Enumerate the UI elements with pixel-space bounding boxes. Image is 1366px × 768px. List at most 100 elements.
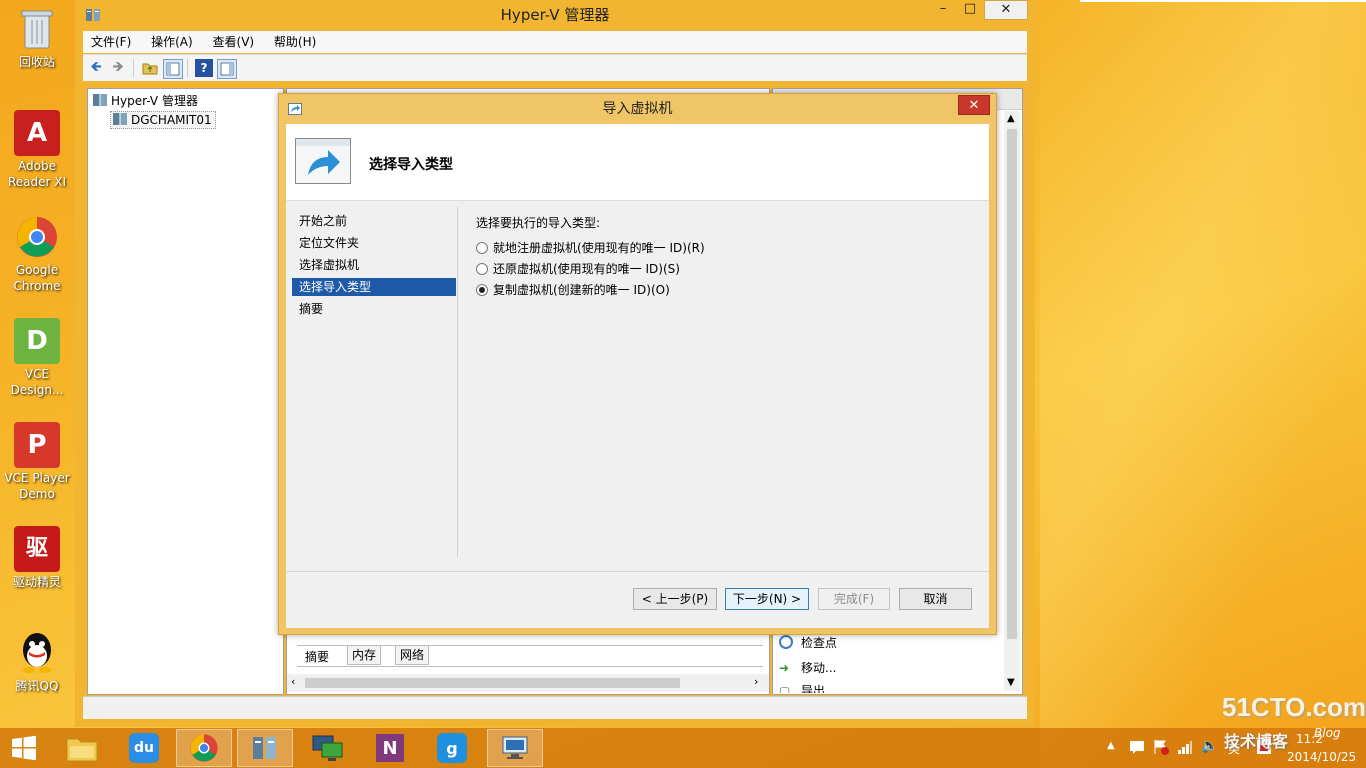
window-titlebar[interactable]: Hyper-V 管理器 – □ ✕ — [75, 0, 1035, 30]
export-icon: ▢ — [779, 684, 791, 693]
clock-date[interactable]: 2014/10/25 — [1287, 750, 1356, 764]
wizard-page-heading: 选择导入类型 — [369, 157, 453, 173]
forward-icon[interactable]: 🡺 — [109, 59, 127, 77]
menu-help[interactable]: 帮助(H) — [266, 31, 324, 53]
radio-button-checked[interactable] — [476, 284, 488, 296]
desktop-icon-label: 腾讯QQ — [15, 679, 59, 693]
show-hidden-icons-icon[interactable]: ▲ — [1107, 740, 1115, 751]
checkpoint-icon — [779, 635, 793, 649]
chrome-icon — [14, 214, 60, 260]
move-icon: ➜ — [779, 661, 790, 675]
vm-connect-icon — [502, 736, 528, 759]
dialog-title: 导入虚拟机 — [602, 101, 673, 117]
desktop-icon-qq[interactable]: 腾讯QQ — [4, 630, 70, 694]
radio-label: 还原虚拟机(使用现有的唯一 ID)(S) — [493, 262, 680, 276]
driver-genius-icon: 驱 — [14, 526, 60, 572]
step-before-you-begin[interactable]: 开始之前 — [292, 212, 456, 230]
radio-button[interactable] — [476, 263, 488, 275]
back-icon[interactable]: 🡸 — [87, 59, 105, 77]
finish-button: 完成(F) — [818, 588, 890, 610]
show-hide-action-pane-icon[interactable] — [217, 59, 237, 79]
app-blue-icon: g — [437, 733, 467, 763]
network-signal-icon[interactable] — [1177, 739, 1193, 758]
help-icon[interactable]: ? — [195, 59, 213, 77]
taskbar-baidu-cloud[interactable]: du — [116, 729, 172, 767]
horizontal-scrollbar[interactable]: ‹ › — [287, 674, 769, 692]
desktop-icon-driver-genius[interactable]: 驱 驱动精灵 — [4, 526, 70, 590]
desktop-icon-label: Google Chrome — [13, 263, 61, 293]
start-button[interactable] — [0, 729, 48, 767]
recycle-bin-icon — [14, 6, 60, 52]
step-select-vm[interactable]: 选择虚拟机 — [292, 256, 456, 274]
scroll-left-icon[interactable]: ‹ — [291, 675, 295, 688]
action-export[interactable]: ▢ 导出... — [779, 683, 836, 693]
vce-designer-icon: D — [14, 318, 60, 364]
next-button[interactable]: 下一步(N) > — [725, 588, 809, 610]
adobe-reader-icon: A — [14, 110, 60, 156]
desktop-icon-vce-player[interactable]: P VCE Player Demo — [4, 422, 70, 502]
desktop-icon-label: VCE Design... — [10, 367, 64, 397]
show-hide-console-tree-icon[interactable] — [163, 59, 183, 79]
tree-item-server[interactable]: DGCHAMIT01 — [110, 111, 216, 129]
vertical-scrollbar[interactable]: ▲ ▼ — [1004, 111, 1020, 691]
desktop-icon-label: Adobe Reader XI — [7, 159, 67, 189]
previous-button[interactable]: < 上一步(P) — [633, 588, 717, 610]
tree-root-label: Hyper-V 管理器 — [111, 94, 198, 108]
menu-file[interactable]: 文件(F) — [83, 31, 139, 53]
radio-restore-vm[interactable]: 还原虚拟机(使用现有的唯一 ID)(S) — [476, 260, 680, 278]
status-bar — [83, 696, 1027, 719]
taskbar-app-blue[interactable]: g — [424, 729, 480, 767]
taskbar-chrome[interactable] — [176, 729, 232, 767]
server-icon — [113, 113, 127, 125]
action-label: 检查点 — [801, 636, 838, 650]
radio-button[interactable] — [476, 242, 488, 254]
onenote-icon: N — [376, 734, 404, 762]
menu-view[interactable]: 查看(V) — [205, 31, 263, 53]
watermark-blog: Blog — [1314, 726, 1341, 740]
step-choose-import-type[interactable]: 选择导入类型 — [292, 278, 456, 296]
toolbar: 🡸 🡺 ? — [83, 54, 1027, 81]
step-locate-folder[interactable]: 定位文件夹 — [292, 234, 456, 252]
action-center-icon[interactable] — [1129, 739, 1145, 758]
dialog-close-button[interactable]: ✕ — [958, 95, 990, 115]
menu-action[interactable]: 操作(A) — [143, 31, 201, 53]
wallpaper-highlight — [1040, 0, 1366, 768]
import-wizard-icon — [295, 138, 351, 184]
import-vm-dialog: 导入虚拟机 ✕ 选择导入类型 开始之前 定位文件夹 选择虚拟机 选择导入类型 摘… — [278, 93, 997, 635]
action-move[interactable]: ➜ 移动... — [779, 660, 836, 676]
taskbar-file-explorer[interactable] — [54, 729, 110, 767]
tab-summary[interactable]: 摘要 — [305, 648, 329, 665]
taskbar-vmconnect[interactable] — [487, 729, 543, 767]
minimize-button[interactable]: – — [930, 0, 956, 20]
taskbar-onenote[interactable]: N — [362, 729, 418, 767]
detail-tabs: 摘要 内存 网络 — [297, 645, 763, 667]
scroll-right-icon[interactable]: › — [754, 675, 758, 688]
close-button[interactable]: ✕ — [984, 0, 1028, 20]
action-label: 移动... — [801, 661, 837, 675]
scrollbar-thumb[interactable] — [305, 678, 680, 688]
desktop-icon-adobe-reader[interactable]: A Adobe Reader XI — [4, 110, 70, 190]
desktop-icon-recycle-bin[interactable]: 回收站 — [4, 6, 70, 70]
taskbar-remote-desktop[interactable] — [300, 729, 356, 767]
desktop-icon-vce-designer[interactable]: D VCE Design... — [4, 318, 70, 398]
scroll-up-icon[interactable]: ▲ — [1007, 113, 1015, 124]
tab-memory[interactable]: 内存 — [347, 646, 382, 665]
tab-network[interactable]: 网络 — [395, 646, 430, 665]
scrollbar-thumb[interactable] — [1007, 129, 1017, 639]
radio-register-in-place[interactable]: 就地注册虚拟机(使用现有的唯一 ID)(R) — [476, 239, 705, 257]
desktop-icon-chrome[interactable]: Google Chrome — [4, 214, 70, 294]
up-folder-icon[interactable] — [141, 59, 159, 77]
scroll-down-icon[interactable]: ▼ — [1007, 677, 1015, 688]
baidu-cloud-icon: du — [129, 733, 159, 763]
action-checkpoint[interactable]: 检查点 — [779, 635, 837, 651]
tree-item-root[interactable]: Hyper-V 管理器 — [93, 93, 198, 109]
dialog-header: 选择导入类型 — [286, 124, 989, 201]
cancel-button[interactable]: 取消 — [899, 588, 972, 610]
maximize-button[interactable]: □ — [957, 0, 983, 20]
remote-desktop-icon — [312, 735, 343, 761]
volume-icon[interactable]: 🔈 — [1201, 738, 1218, 754]
taskbar-hyperv-manager[interactable] — [237, 729, 293, 767]
radio-copy-vm[interactable]: 复制虚拟机(创建新的唯一 ID)(O) — [476, 281, 670, 299]
step-summary[interactable]: 摘要 — [292, 300, 456, 318]
flag-alert-icon[interactable] — [1153, 739, 1169, 758]
